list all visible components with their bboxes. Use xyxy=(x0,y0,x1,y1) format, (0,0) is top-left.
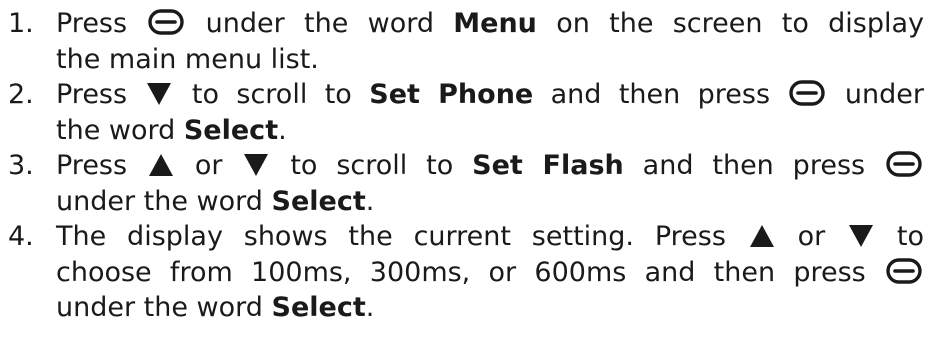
step-line: Press under the word Menu on the screen … xyxy=(56,6,924,42)
step-text: Press xyxy=(56,79,128,110)
step-number: 2. xyxy=(8,79,34,110)
step-text: to scroll to xyxy=(191,79,352,110)
step-text: the main menu list. xyxy=(56,43,319,75)
step-number: 3. xyxy=(8,150,34,181)
bold-term: Select xyxy=(271,185,366,217)
step-text: under xyxy=(844,79,924,110)
step-text: or xyxy=(194,150,223,181)
bold-term: Menu xyxy=(453,8,537,39)
step-text: the word xyxy=(56,114,176,146)
step-line: Press to scroll to Set Phone and then pr… xyxy=(56,77,924,113)
step-text: . xyxy=(365,185,375,217)
step-line: The display shows the current setting. P… xyxy=(56,219,924,255)
step-text: choose from 100ms, 300ms, or 600ms and t… xyxy=(56,256,866,288)
step-text: to xyxy=(896,221,924,252)
up-arrow-icon xyxy=(148,154,173,176)
step-text: . xyxy=(278,114,287,146)
step-item: 3. Press or to scroll to Set Flash and th… xyxy=(8,148,924,219)
step-text: under the word xyxy=(56,185,263,217)
step-text: under the word xyxy=(56,292,263,323)
step-line: the main menu list. xyxy=(56,42,924,78)
step-text: and then press xyxy=(642,150,866,181)
instruction-list: 1. Press under the word Menu on the scree… xyxy=(8,6,924,326)
softkey-icon xyxy=(148,9,185,35)
step-line: Press or to scroll to Set Flash and then… xyxy=(56,148,924,184)
step-text: under the word xyxy=(205,8,434,39)
step-number: 1. xyxy=(8,8,34,39)
step-text: The display shows the current setting. P… xyxy=(56,221,726,252)
softkey-icon xyxy=(886,151,922,177)
step-line: choose from 100ms, 300ms, or 600ms and t… xyxy=(56,255,924,291)
bold-term: Set Flash xyxy=(472,150,624,181)
up-arrow-icon xyxy=(749,225,774,247)
softkey-icon xyxy=(886,257,922,284)
step-text: . xyxy=(365,292,375,323)
down-arrow-icon xyxy=(147,83,172,105)
step-number: 4. xyxy=(8,221,34,252)
bold-term: Select xyxy=(271,292,366,323)
bold-term: Set Phone xyxy=(369,79,534,110)
step-line: under the word Select. xyxy=(56,290,924,326)
step-text: Press xyxy=(56,8,128,39)
step-text: or xyxy=(797,221,826,252)
softkey-icon xyxy=(789,80,826,106)
down-arrow-icon xyxy=(244,154,269,176)
step-item: 1. Press under the word Menu on the scree… xyxy=(8,6,924,77)
step-line: the word Select. xyxy=(56,113,924,149)
step-item: 2. Press to scroll to Set Phone and then … xyxy=(8,77,924,148)
step-item: 4. The display shows the current setting.… xyxy=(8,219,924,326)
step-text: Press xyxy=(56,150,128,181)
bold-term: Select xyxy=(183,114,279,146)
step-text: on the screen to display xyxy=(556,8,925,39)
down-arrow-icon xyxy=(849,225,874,247)
step-line: under the word Select. xyxy=(56,184,924,220)
step-text: to scroll to xyxy=(290,150,454,181)
step-text: and then press xyxy=(550,79,771,110)
